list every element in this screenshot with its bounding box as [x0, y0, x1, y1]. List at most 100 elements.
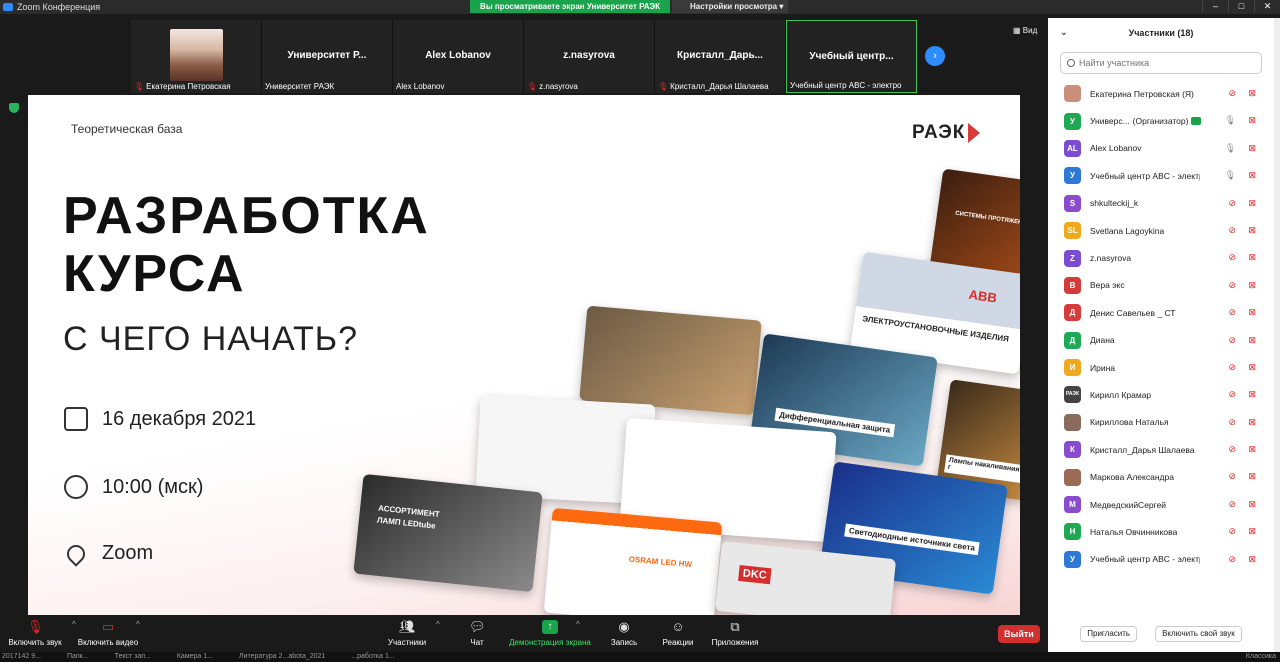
participant-role: (Организатор) — [1132, 116, 1189, 127]
video-tile[interactable]: z.nasyrova 🎙︎ z.nasyrova — [524, 20, 655, 93]
video-off-icon[interactable]: ⊠ — [1248, 198, 1256, 209]
chat-button[interactable]: 💬︎ Чат — [462, 616, 492, 652]
taskbar-item[interactable]: Текст зап... — [115, 652, 151, 662]
video-off-icon[interactable]: ⊠ — [1248, 389, 1256, 400]
participant-row[interactable]: Екатерина Петровская (Я) ⊘ ⊠ — [1048, 80, 1274, 107]
taskbar-item[interactable]: Камера 1... — [177, 652, 213, 662]
close-icon[interactable]: ✕ — [1254, 0, 1280, 12]
taskbar-right-label: Классика — [1245, 653, 1276, 660]
participant-row[interactable]: В Вера экс ⊘ ⊠ — [1048, 272, 1274, 299]
participant-row[interactable]: К Кристалл_Дарья Шалаева ⊘ ⊠ — [1048, 436, 1274, 463]
participant-row[interactable]: Н Наталья Овчинникова ⊘ ⊠ — [1048, 518, 1274, 545]
participant-row[interactable]: Zz.nasyrova ⊘ ⊠ — [1048, 244, 1274, 271]
unmute-button[interactable]: 🎙︎ Включить звук — [4, 616, 66, 652]
tile-name: Учебный центр... — [809, 51, 894, 62]
view-settings-button[interactable]: Настройки просмотра ▾ — [672, 0, 788, 13]
participant-row[interactable]: РАЭК Кирилл Крамар ⊘ ⊠ — [1048, 381, 1274, 408]
shared-screen-slide: Теоретическая база РАЭК РАЗРАБОТКА КУРСА… — [28, 95, 1020, 615]
mic-muted-icon[interactable]: ⊘ — [1228, 471, 1236, 482]
mic-muted-icon[interactable]: ⊘ — [1228, 554, 1236, 565]
maximize-icon[interactable]: □ — [1228, 0, 1254, 12]
view-toggle-button[interactable]: ▦ Вид — [1013, 26, 1037, 35]
mic-icon[interactable]: 🎙︎ — [1225, 143, 1236, 154]
next-page-icon[interactable]: › — [925, 46, 945, 66]
invite-button[interactable]: Пригласить — [1080, 626, 1138, 642]
video-tile[interactable]: Университет Р... Университет РАЭК — [262, 20, 393, 93]
mic-muted-icon[interactable]: ⊘ — [1228, 88, 1236, 99]
mic-icon[interactable]: 🎙︎ — [1225, 115, 1236, 126]
participant-name: shkulteckij_k — [1090, 198, 1139, 209]
panel-scrollbar[interactable] — [1274, 18, 1280, 652]
participant-row[interactable]: Sshkulteckij_k ⊘ ⊠ — [1048, 190, 1274, 217]
participant-row[interactable]: И Ирина ⊘ ⊠ — [1048, 354, 1274, 381]
mic-muted-icon[interactable]: ⊘ — [1228, 225, 1236, 236]
minimize-icon[interactable]: – — [1202, 0, 1228, 12]
participant-row[interactable]: М МедведскийСергей ⊘ ⊠ — [1048, 491, 1274, 518]
video-off-icon[interactable]: ⊠ — [1248, 280, 1256, 291]
video-off-icon[interactable]: ⊠ — [1248, 471, 1256, 482]
mic-muted-icon[interactable]: ⊘ — [1228, 280, 1236, 291]
participant-name: Alex Lobanov — [1090, 143, 1142, 154]
participant-search[interactable] — [1060, 52, 1262, 74]
participant-row[interactable]: Д Денис Савельев _ СТ ⊘ ⊠ — [1048, 299, 1274, 326]
chevron-down-icon[interactable]: ⌄ — [1060, 27, 1068, 38]
participant-row[interactable]: Д Диана ⊘ ⊠ — [1048, 327, 1274, 354]
shield-icon[interactable] — [9, 103, 19, 113]
participant-row[interactable]: У Учебный центр ABC - электро ⊘ ⊠ — [1048, 546, 1274, 573]
participant-name: Учебный центр ABC - электро — [1090, 554, 1200, 565]
mic-muted-icon[interactable]: ⊘ — [1228, 252, 1236, 263]
chevron-up-icon[interactable]: ^ — [576, 620, 580, 629]
leave-button[interactable]: Выйти — [998, 625, 1040, 643]
mic-muted-icon[interactable]: ⊘ — [1228, 362, 1236, 373]
video-off-icon[interactable]: ⊠ — [1248, 526, 1256, 537]
chevron-up-icon[interactable]: ^ — [436, 620, 440, 629]
mic-muted-icon[interactable]: ⊘ — [1228, 198, 1236, 209]
taskbar-item[interactable]: ...работка 1... — [351, 652, 394, 662]
mic-muted-icon[interactable]: ⊘ — [1228, 499, 1236, 510]
mic-muted-icon[interactable]: ⊘ — [1228, 444, 1236, 455]
participant-row[interactable]: SL Svetlana Lagoykina ⊘ ⊠ — [1048, 217, 1274, 244]
participant-row[interactable]: Кириллова Наталья ⊘ ⊠ — [1048, 409, 1274, 436]
video-off-icon[interactable]: ⊠ — [1248, 335, 1256, 346]
apps-button[interactable]: ⧉ Приложения — [708, 616, 762, 652]
video-off-icon[interactable]: ⊠ — [1248, 362, 1256, 373]
video-tile[interactable]: Alex Lobanov Alex Lobanov — [393, 20, 524, 93]
record-button[interactable]: ◉ Запись — [606, 616, 642, 652]
video-off-icon[interactable]: ⊠ — [1248, 225, 1256, 236]
video-off-icon[interactable]: ⊠ — [1248, 444, 1256, 455]
taskbar-item[interactable]: Папк... — [67, 652, 89, 662]
search-input[interactable] — [1079, 58, 1249, 68]
video-tile[interactable]: Кристалл_Дарь... 🎙︎ Кристалл_Дарья Шалаев… — [655, 20, 786, 93]
participant-name: z.nasyrova — [1090, 253, 1132, 264]
mic-muted-icon[interactable]: ⊘ — [1228, 526, 1236, 537]
mic-muted-icon[interactable]: ⊘ — [1228, 335, 1236, 346]
participant-row[interactable]: У Учебный центр ABC - электро 🎙︎ ⊠ — [1048, 162, 1274, 189]
chevron-up-icon[interactable]: ^ — [136, 620, 140, 629]
video-off-icon[interactable]: ⊠ — [1248, 554, 1256, 565]
participants-button[interactable]: 👥︎ 18 Участники — [382, 616, 432, 652]
video-off-icon[interactable]: ⊠ — [1248, 88, 1256, 99]
video-off-icon[interactable]: ⊠ — [1248, 307, 1256, 318]
video-off-icon[interactable]: ⊠ — [1248, 499, 1256, 510]
start-video-button[interactable]: ▭ Включить видео — [74, 616, 142, 652]
reactions-button[interactable]: ☺ Реакции — [658, 616, 698, 652]
participant-row[interactable]: Маркова Александра ⊘ ⊠ — [1048, 463, 1274, 490]
video-off-icon[interactable]: ⊠ — [1248, 143, 1256, 154]
share-screen-button[interactable]: ↑ Демонстрация экрана — [506, 616, 594, 652]
mic-icon[interactable]: 🎙︎ — [1225, 170, 1236, 181]
video-tile[interactable]: 🎙︎ Екатерина Петровская — [131, 20, 262, 93]
video-off-icon[interactable]: ⊠ — [1248, 252, 1256, 263]
taskbar-item[interactable]: 2017142 9... — [2, 652, 41, 662]
video-off-icon[interactable]: ⊠ — [1248, 170, 1256, 181]
mic-muted-icon[interactable]: ⊘ — [1228, 417, 1236, 428]
mic-muted-icon[interactable]: ⊘ — [1228, 389, 1236, 400]
participant-row[interactable]: AL Alex Lobanov 🎙︎ ⊠ — [1048, 135, 1274, 162]
unmute-me-button[interactable]: Включить свой звук — [1155, 626, 1242, 642]
taskbar-item[interactable]: Литература 2...abota_2021 — [239, 652, 325, 662]
mic-muted-icon[interactable]: ⊘ — [1228, 307, 1236, 318]
video-off-icon[interactable]: ⊠ — [1248, 115, 1256, 126]
video-tile-active[interactable]: Учебный центр... Учебный центр ABC - эле… — [786, 20, 917, 93]
participant-row[interactable]: У Универс... (Организатор) 🎙︎ ⊠ — [1048, 107, 1274, 134]
video-off-icon[interactable]: ⊠ — [1248, 417, 1256, 428]
participant-photo — [1064, 468, 1081, 486]
